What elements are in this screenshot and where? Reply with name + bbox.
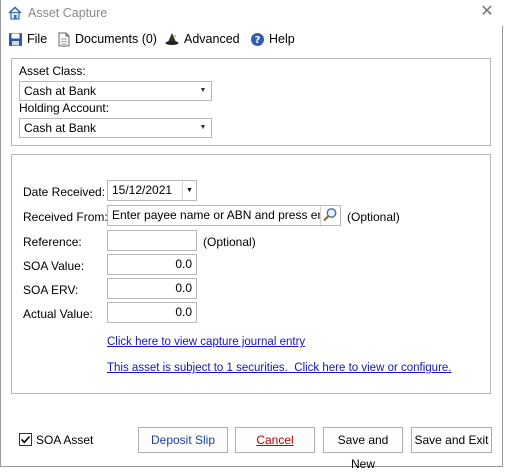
asset-class-label: Asset Class: bbox=[19, 64, 86, 78]
securities-link[interactable]: This asset is subject to 1 securities. C… bbox=[107, 362, 452, 374]
house-icon bbox=[7, 5, 23, 21]
help-menu[interactable]: ? Help bbox=[250, 30, 295, 48]
reference-label: Reference: bbox=[23, 235, 82, 249]
save-and-exit-button[interactable]: Save and Exit bbox=[411, 427, 492, 453]
receipt-details-group: Date Received: 15/12/2021 ▼ Received Fro… bbox=[11, 154, 491, 394]
received-from-placeholder: Enter payee name or ABN and press enter bbox=[112, 208, 339, 222]
cancel-button[interactable]: Cancel bbox=[235, 427, 315, 453]
soa-asset-label: SOA Asset bbox=[36, 433, 94, 447]
asset-capture-window: Asset Capture ✕ File Documents (0) Advan… bbox=[0, 0, 504, 471]
received-from-optional: (Optional) bbox=[347, 210, 400, 224]
holding-account-combo[interactable]: Cash at Bank ▼ bbox=[19, 118, 212, 138]
soa-erv-label: SOA ERV: bbox=[23, 283, 79, 297]
holding-account-value: Cash at Bank bbox=[24, 121, 97, 135]
search-button[interactable] bbox=[320, 206, 340, 225]
date-received-value: 15/12/2021 bbox=[112, 183, 173, 197]
holding-account-label: Holding Account: bbox=[19, 101, 110, 115]
help-label: Help bbox=[269, 32, 295, 46]
date-received-label: Date Received: bbox=[23, 185, 106, 199]
soa-value-input[interactable]: 0.0 bbox=[107, 254, 197, 275]
file-label: File bbox=[27, 32, 48, 46]
soa-erv-input[interactable]: 0.0 bbox=[107, 278, 197, 299]
save-and-new-button[interactable]: Save and New bbox=[323, 427, 403, 471]
deposit-slip-button[interactable]: Deposit Slip bbox=[138, 427, 228, 453]
asset-class-group: Asset Class: Cash at Bank ▼ Holding Acco… bbox=[11, 58, 491, 146]
chevron-down-icon: ▼ bbox=[199, 87, 207, 94]
help-icon: ? bbox=[251, 32, 264, 46]
asset-class-value: Cash at Bank bbox=[24, 84, 97, 98]
advanced-label: Advanced bbox=[184, 32, 240, 46]
document-icon bbox=[58, 32, 70, 46]
reference-input[interactable] bbox=[107, 230, 197, 251]
soa-asset-checkbox[interactable] bbox=[19, 433, 32, 446]
actual-value-label: Actual Value: bbox=[23, 307, 93, 321]
window-title: Asset Capture bbox=[28, 6, 108, 20]
reference-optional: (Optional) bbox=[203, 235, 256, 249]
actual-value-input[interactable]: 0.0 bbox=[107, 302, 197, 323]
file-menu[interactable]: File bbox=[8, 30, 47, 48]
advanced-menu[interactable]: Advanced bbox=[165, 30, 240, 48]
date-received-picker[interactable]: 15/12/2021 ▼ bbox=[107, 180, 197, 201]
magnifier-icon bbox=[323, 208, 337, 222]
chevron-down-icon[interactable]: ▼ bbox=[182, 181, 196, 200]
soa-value-label: SOA Value: bbox=[23, 259, 85, 273]
svg-text:?: ? bbox=[255, 35, 261, 46]
wizard-hat-icon bbox=[165, 32, 179, 45]
chevron-down-icon: ▼ bbox=[199, 124, 207, 131]
save-disk-icon bbox=[9, 32, 22, 46]
title-bar: Asset Capture ✕ bbox=[1, 0, 504, 26]
checkmark-icon bbox=[20, 435, 31, 444]
received-from-label: Received From: bbox=[23, 210, 108, 224]
toolbar: File Documents (0) Advanced ? Help bbox=[1, 28, 504, 50]
received-from-input[interactable]: Enter payee name or ABN and press enter bbox=[107, 205, 341, 226]
documents-label: Documents (0) bbox=[75, 32, 157, 46]
documents-menu[interactable]: Documents (0) bbox=[57, 30, 157, 48]
close-button[interactable]: ✕ bbox=[478, 3, 496, 21]
asset-class-combo[interactable]: Cash at Bank ▼ bbox=[19, 81, 212, 101]
capture-journal-link[interactable]: Click here to view capture journal entry bbox=[107, 336, 305, 348]
